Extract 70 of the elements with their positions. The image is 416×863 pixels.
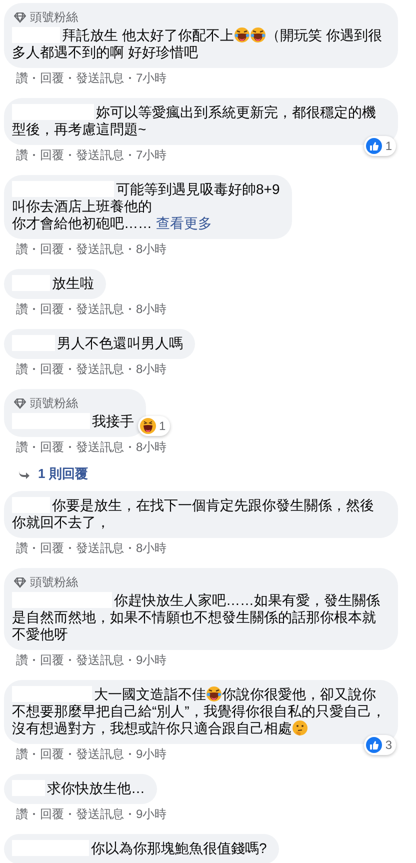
- timestamp[interactable]: 8小時: [136, 540, 167, 556]
- comment-text: 拜託放生 他太好了你配不上 （開玩笑 你遇到很多人都遇不到的啊 好好珍惜吧: [12, 27, 383, 61]
- comment-text: 男人不色還叫男人嗎: [12, 335, 183, 352]
- action-link[interactable]: 發送訊息: [76, 70, 124, 86]
- action-link[interactable]: 讚: [16, 746, 28, 762]
- action-link[interactable]: 讚: [16, 147, 28, 163]
- comment-text: 妳可以等愛瘋出到系統更新完，都很穩定的機型後，再考慮這問題~: [12, 104, 377, 138]
- comment-text: 你趕快放生人家吧……如果有愛，發生關係是自然而然地，如果不情願也不想發生關係的話那你根本就不愛他呀: [12, 592, 381, 643]
- action-link[interactable]: 回覆: [40, 361, 64, 377]
- timestamp[interactable]: 8小時: [136, 301, 167, 317]
- action-link[interactable]: 讚: [16, 439, 28, 455]
- comment-text: 你要是放生，在找下一個肯定先跟你發生關係，然後你就回不去了，: [12, 497, 375, 531]
- diamond-icon: [14, 12, 26, 22]
- diamond-icon: [14, 398, 26, 408]
- reaction-count[interactable]: 3: [364, 735, 396, 755]
- action-link[interactable]: 回覆: [40, 806, 64, 822]
- action-link[interactable]: 回覆: [40, 241, 64, 257]
- timestamp[interactable]: 9小時: [136, 806, 167, 822]
- laughing-emoji-icon: [234, 27, 250, 43]
- action-link[interactable]: 回覆: [40, 652, 64, 668]
- laughing-emoji-icon: [206, 686, 222, 702]
- like-icon: [366, 737, 382, 753]
- comment-text: 我接手: [12, 413, 134, 430]
- action-link[interactable]: 發送訊息: [76, 746, 124, 762]
- action-link[interactable]: 回覆: [40, 746, 64, 762]
- comment-text: 放生啦: [12, 275, 94, 292]
- action-link[interactable]: 讚: [16, 301, 28, 317]
- diamond-icon: [14, 576, 26, 588]
- action-link[interactable]: 讚: [16, 652, 28, 668]
- comment-text: 大一國文造詣不佳 你說你很愛他，卻又說你不想要那麼早把自己給“別人”，我覺得你很自私的只愛自己，沒有想過對方，我想或許你只適合跟自己相處: [12, 686, 386, 737]
- comment-text: 你以為你那塊鮑魚很值錢嗎?: [12, 840, 267, 857]
- laughing-reaction-icon: [140, 418, 156, 434]
- action-link[interactable]: 回覆: [40, 147, 64, 163]
- timestamp[interactable]: 7小時: [136, 70, 167, 86]
- laughing-emoji-icon: [250, 27, 266, 43]
- action-link[interactable]: 讚: [16, 70, 28, 86]
- top-fan-label: 頭號粉絲: [30, 9, 78, 25]
- top-fan-label: 頭號粉絲: [30, 574, 78, 590]
- action-link[interactable]: 回覆: [40, 540, 64, 556]
- reaction-count[interactable]: 1: [138, 416, 170, 436]
- action-link[interactable]: 發送訊息: [76, 147, 124, 163]
- action-link[interactable]: 發送訊息: [76, 652, 124, 668]
- action-link[interactable]: 發送訊息: [76, 241, 124, 257]
- action-link[interactable]: 讚: [16, 806, 28, 822]
- action-link[interactable]: 發送訊息: [76, 361, 124, 377]
- comment-text: 求你快放生他…: [12, 780, 145, 797]
- action-link[interactable]: 發送訊息: [76, 439, 124, 455]
- timestamp[interactable]: 9小時: [136, 746, 167, 762]
- reaction-count[interactable]: 1: [364, 136, 396, 156]
- timestamp[interactable]: 8小時: [136, 361, 167, 377]
- view-replies-link[interactable]: 1 則回覆: [38, 465, 88, 483]
- comment-text: 可能等到遇見吸毒好帥8+9 叫你去酒店上班養他的 你才會給他初砲吧…… 查看更多: [12, 181, 280, 232]
- action-link[interactable]: 發送訊息: [76, 301, 124, 317]
- timestamp[interactable]: 9小時: [136, 652, 167, 668]
- timestamp[interactable]: 8小時: [136, 439, 167, 455]
- top-fan-label: 頭號粉絲: [30, 395, 78, 411]
- action-link[interactable]: 發送訊息: [76, 806, 124, 822]
- action-link[interactable]: 發送訊息: [76, 540, 124, 556]
- see-more-link[interactable]: 查看更多: [156, 215, 212, 231]
- action-link[interactable]: 回覆: [40, 439, 64, 455]
- reply-arrow-icon: [18, 470, 30, 478]
- thinking-emoji-icon: [292, 720, 308, 736]
- timestamp[interactable]: 8小時: [136, 241, 167, 257]
- action-link[interactable]: 讚: [16, 241, 28, 257]
- action-link[interactable]: 讚: [16, 361, 28, 377]
- action-link[interactable]: 回覆: [40, 70, 64, 86]
- like-icon: [366, 138, 382, 154]
- action-link[interactable]: 讚: [16, 540, 28, 556]
- action-link[interactable]: 回覆: [40, 301, 64, 317]
- timestamp[interactable]: 7小時: [136, 147, 167, 163]
